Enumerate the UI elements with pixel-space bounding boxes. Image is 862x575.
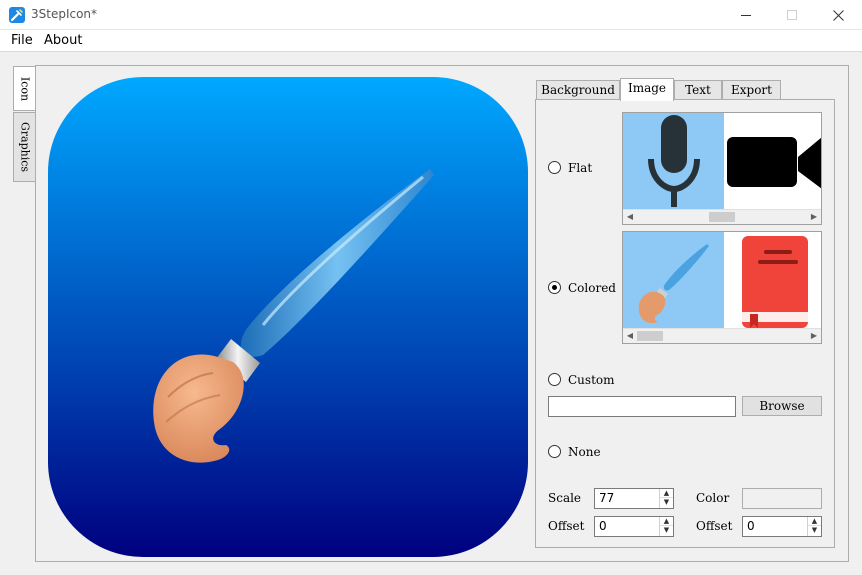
colored-label: Colored [568,281,616,295]
offset-x-label: Offset [548,519,585,533]
scroll-right-icon[interactable]: ▶ [807,329,821,343]
tab-export-label: Export [731,83,772,97]
tab-icon-label: Icon [18,76,32,101]
tab-image[interactable]: Image [620,78,674,101]
flat-radio[interactable] [548,161,561,174]
window-title: 3StepIcon* [31,7,98,21]
tab-export[interactable]: Export [722,80,781,100]
flat-gallery[interactable]: ◀ ▶ [622,112,822,225]
menu-file[interactable]: File [11,33,33,48]
title-bar: 3StepIcon* [0,0,862,30]
scale-down-icon[interactable]: ▼ [660,498,673,507]
browse-button[interactable]: Browse [742,396,822,416]
color-picker[interactable] [742,488,822,509]
flat-thumb-microphone[interactable] [623,113,724,210]
custom-radio[interactable] [548,373,561,386]
offset-y-value: 0 [747,519,755,533]
colored-radio[interactable] [548,281,561,294]
tab-graphics-label: Graphics [18,121,31,173]
none-radio[interactable] [548,445,561,458]
offset-x-spinbox[interactable]: 0 ▲ ▼ [594,516,674,537]
colored-thumb-paintbrush[interactable] [623,232,724,329]
tab-background[interactable]: Background [536,80,620,100]
paintbrush-icon [638,244,709,324]
color-label: Color [696,491,730,505]
scale-spinbox[interactable]: 77 ▲ ▼ [594,488,674,509]
colored-gallery[interactable]: ◀ ▶ [622,231,822,344]
custom-path-input[interactable] [548,396,736,417]
tab-graphics[interactable]: Graphics [13,112,35,182]
scroll-left-icon[interactable]: ◀ [623,329,637,343]
flat-thumb-video-camera[interactable] [724,113,821,210]
offset-y-spinbox[interactable]: 0 ▲ ▼ [742,516,822,537]
tab-text-label: Text [685,83,711,97]
offset-x-up-icon[interactable]: ▲ [660,517,673,526]
scroll-right-icon[interactable]: ▶ [807,210,821,224]
custom-label: Custom [568,373,615,387]
colored-scroll-thumb[interactable] [637,331,663,341]
icon-preview [48,77,528,557]
scale-value: 77 [599,491,615,505]
tab-text[interactable]: Text [674,80,722,100]
close-icon [833,10,844,21]
offset-y-up-icon[interactable]: ▲ [808,517,821,526]
colored-gallery-scrollbar[interactable]: ◀ ▶ [623,328,821,343]
offset-y-down-icon[interactable]: ▼ [808,526,821,535]
minimize-button[interactable] [723,0,769,30]
maximize-icon [787,10,797,20]
app-icon [9,7,25,23]
microphone-icon [648,115,700,207]
tab-icon[interactable]: Icon [13,66,36,111]
offset-x-value: 0 [599,519,607,533]
video-camera-icon [727,137,821,189]
menu-about[interactable]: About [44,33,82,48]
flat-label: Flat [568,161,593,175]
tab-image-label: Image [627,81,667,95]
none-label: None [568,445,601,459]
flat-scroll-thumb[interactable] [709,212,735,222]
colored-thumb-book[interactable] [724,232,821,329]
offset-y-label: Offset [696,519,733,533]
close-button[interactable] [815,0,861,30]
maximize-button[interactable] [769,0,815,30]
flat-gallery-scrollbar[interactable]: ◀ ▶ [623,209,821,224]
scale-up-icon[interactable]: ▲ [660,489,673,498]
offset-x-down-icon[interactable]: ▼ [660,526,673,535]
tab-background-label: Background [541,83,615,97]
red-book-icon [742,236,808,328]
menu-bar: File About [0,30,862,52]
scroll-left-icon[interactable]: ◀ [623,210,637,224]
scale-label: Scale [548,491,582,505]
minimize-icon [741,15,751,16]
